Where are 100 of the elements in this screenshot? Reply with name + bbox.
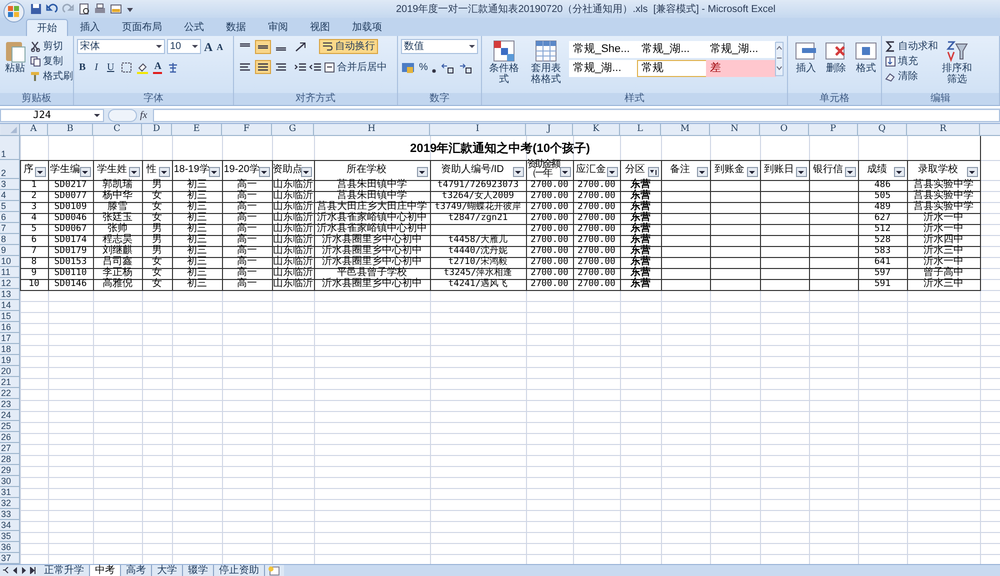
row-header[interactable]: 8 <box>0 234 20 245</box>
shrink-font-button[interactable]: A <box>216 40 224 54</box>
table-format-button[interactable]: 套用表格格式 <box>526 39 566 85</box>
wrap-text-button[interactable]: 自动换行 <box>319 39 378 54</box>
filter-button[interactable] <box>35 167 46 177</box>
row-header[interactable]: 24 <box>0 410 20 421</box>
cell-style-item[interactable]: 差 <box>706 60 776 77</box>
paste-button[interactable]: 粘贴 <box>3 39 27 74</box>
column-header[interactable]: M <box>661 124 710 136</box>
row-header[interactable]: 35 <box>0 531 20 542</box>
filter-button[interactable] <box>417 167 428 177</box>
row-header[interactable]: 26 <box>0 432 20 443</box>
sheet-tab[interactable]: 停止资助 <box>214 565 265 576</box>
cell-style-item[interactable]: 常规 <box>637 60 708 77</box>
column-header[interactable]: J <box>526 124 573 136</box>
sort-filter-button[interactable]: 排序和筛选 <box>941 39 973 85</box>
cell-style-item[interactable]: 常规_湖... <box>637 41 708 58</box>
ribbon-tab[interactable]: 开始 <box>26 19 68 36</box>
merge-center-button[interactable]: 合并后居中 <box>324 60 387 74</box>
sheet-tab[interactable]: 中考 <box>90 565 121 576</box>
row-header[interactable]: 32 <box>0 498 20 509</box>
column-header[interactable]: L <box>620 124 661 136</box>
ribbon-tab[interactable]: 加载项 <box>342 19 392 36</box>
align-middle-button[interactable] <box>255 40 271 54</box>
filter-button[interactable] <box>560 167 571 177</box>
row-header[interactable]: 23 <box>0 399 20 410</box>
row-header[interactable]: 1 <box>0 136 20 160</box>
cell-style-item[interactable]: 常规_湖... <box>568 60 639 77</box>
filter-button[interactable] <box>159 167 170 177</box>
filter-button[interactable] <box>796 167 807 177</box>
cell-style-item[interactable]: 常规_湖... <box>706 41 776 58</box>
sheet-tab[interactable]: 大学 <box>152 565 183 576</box>
row-header[interactable]: 30 <box>0 476 20 487</box>
filter-button[interactable] <box>513 167 524 177</box>
fill-button[interactable]: 填充 <box>885 54 938 68</box>
font-name-field[interactable]: 宋体 <box>77 39 165 54</box>
row-header[interactable]: 17 <box>0 333 20 344</box>
insert-button[interactable]: 插入 <box>794 39 818 74</box>
ribbon-tab[interactable]: 插入 <box>70 19 110 36</box>
sheet-tab[interactable]: 高考 <box>121 565 152 576</box>
row-header[interactable]: 13 <box>0 289 20 300</box>
column-header[interactable]: F <box>222 124 272 136</box>
column-header[interactable]: G <box>272 124 314 136</box>
row-header[interactable]: 18 <box>0 344 20 355</box>
row-header[interactable]: 6 <box>0 212 20 223</box>
font-size-field[interactable]: 10 <box>167 39 201 54</box>
format-painter-button[interactable]: 格式刷 <box>30 69 73 83</box>
sheet-tab[interactable]: 辍学 <box>183 565 214 576</box>
ribbon-tab[interactable]: 视图 <box>300 19 340 36</box>
row-header[interactable]: 36 <box>0 542 20 553</box>
row-header[interactable]: 11 <box>0 267 20 278</box>
column-header[interactable]: B <box>48 124 93 136</box>
row-header[interactable]: 16 <box>0 322 20 333</box>
filter-applied-button[interactable] <box>648 167 659 177</box>
row-header[interactable]: 22 <box>0 388 20 399</box>
row-header[interactable]: 2 <box>0 160 20 179</box>
autosum-button[interactable]: 自动求和 <box>885 39 938 53</box>
row-header[interactable]: 3 <box>0 179 20 190</box>
row-header[interactable]: 20 <box>0 366 20 377</box>
row-header[interactable]: 21 <box>0 377 20 388</box>
cell-style-item[interactable]: 常规_She... <box>568 41 639 58</box>
column-header[interactable]: P <box>809 124 858 136</box>
filter-button[interactable] <box>259 167 270 177</box>
row-header[interactable]: 27 <box>0 443 20 454</box>
row-header[interactable]: 4 <box>0 190 20 201</box>
filter-button[interactable] <box>967 167 978 177</box>
copy-button[interactable]: 复制 <box>30 54 73 68</box>
row-header[interactable]: 31 <box>0 487 20 498</box>
row-header[interactable]: 37 <box>0 553 20 564</box>
cut-button[interactable]: 剪切 <box>30 39 73 53</box>
underline-button[interactable]: U <box>105 60 116 75</box>
row-header[interactable]: 15 <box>0 311 20 322</box>
column-header[interactable]: Q <box>858 124 907 136</box>
row-header[interactable]: 10 <box>0 256 20 267</box>
filter-button[interactable] <box>697 167 708 177</box>
column-header[interactable]: E <box>172 124 222 136</box>
insert-function-button[interactable]: fx <box>140 108 148 123</box>
column-header[interactable]: K <box>573 124 620 136</box>
filter-button[interactable] <box>894 167 905 177</box>
align-center-button[interactable] <box>255 60 271 74</box>
filter-button[interactable] <box>301 167 312 177</box>
conditional-format-button[interactable]: 条件格式 <box>485 39 524 85</box>
ribbon-tab[interactable]: 审阅 <box>258 19 298 36</box>
filter-button[interactable] <box>845 167 856 177</box>
column-header[interactable]: O <box>760 124 809 136</box>
row-header[interactable]: 33 <box>0 509 20 520</box>
row-header[interactable]: 12 <box>0 278 20 289</box>
row-header[interactable]: 5 <box>0 201 20 212</box>
column-header[interactable]: D <box>142 124 172 136</box>
filter-button[interactable] <box>607 167 618 177</box>
font-color-button[interactable]: A <box>153 62 162 74</box>
ribbon-tab[interactable]: 数据 <box>216 19 256 36</box>
filter-button[interactable] <box>80 167 91 177</box>
row-header[interactable]: 34 <box>0 520 20 531</box>
number-format-field[interactable]: 数值 <box>401 39 478 54</box>
ribbon-tab[interactable]: 页面布局 <box>112 19 172 36</box>
row-header[interactable]: 9 <box>0 245 20 256</box>
column-header[interactable]: I <box>430 124 526 136</box>
row-header[interactable]: 29 <box>0 465 20 476</box>
filter-button[interactable] <box>747 167 758 177</box>
